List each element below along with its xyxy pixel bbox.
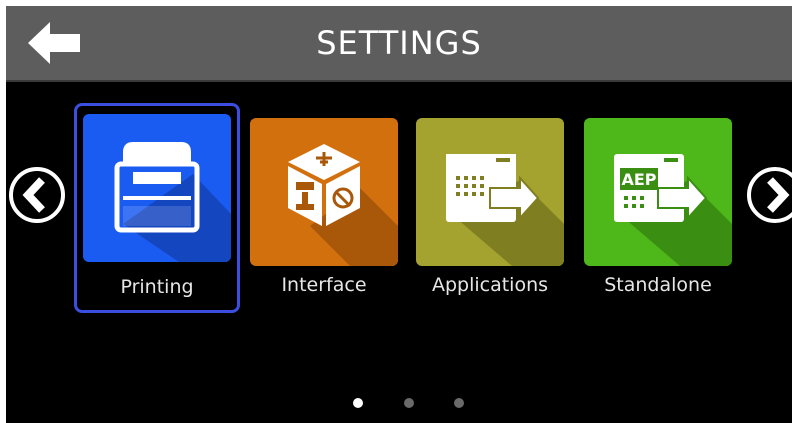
settings-screen: SETTINGS Printing Interface Applications… (6, 6, 792, 423)
tile-printing[interactable] (83, 114, 231, 262)
tile-standalone-label: Standalone (604, 274, 712, 296)
tile-applications[interactable] (416, 118, 564, 266)
aep-window-arrow-icon: AEP (614, 154, 732, 266)
tile-printing-label: Printing (120, 276, 194, 298)
usb-network-cube-icon (288, 144, 398, 266)
page-indicator (6, 398, 792, 410)
header-bar: SETTINGS (6, 6, 792, 82)
chevron-left-circle-icon (9, 167, 65, 223)
next-page-button[interactable] (746, 166, 792, 224)
tile-interface[interactable] (250, 118, 398, 266)
tile-standalone[interactable]: AEP (584, 118, 732, 266)
chevron-right-circle-icon (747, 167, 792, 223)
page-dot-1-active[interactable] (353, 398, 363, 408)
printer-icon (114, 142, 231, 262)
page-dot-3[interactable] (454, 398, 464, 408)
tile-interface-wrapper: Interface (250, 110, 398, 308)
page-dot-2[interactable] (404, 398, 414, 408)
tile-applications-label: Applications (431, 274, 549, 296)
previous-page-button[interactable] (8, 166, 66, 224)
tile-applications-wrapper: Applications (416, 110, 564, 308)
tile-interface-label: Interface (281, 274, 367, 296)
window-arrow-icon (446, 154, 564, 266)
page-title: SETTINGS (316, 24, 482, 62)
tile-printing-selection: Printing (74, 103, 240, 313)
tile-standalone-wrapper: AEP Standalone (584, 110, 732, 308)
aep-badge-text: AEP (621, 170, 656, 189)
